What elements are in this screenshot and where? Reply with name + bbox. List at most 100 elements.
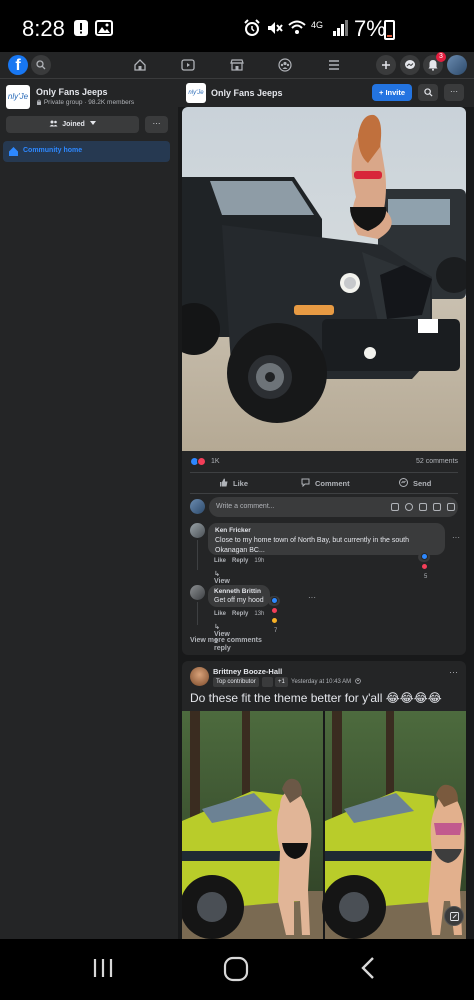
group-logo[interactable]: nly'Je bbox=[6, 85, 30, 109]
community-home-label: Community home bbox=[23, 147, 83, 154]
battery-icon bbox=[384, 20, 395, 40]
messenger-button[interactable] bbox=[400, 55, 420, 75]
comment-like-button[interactable]: Like bbox=[214, 558, 226, 564]
group-header-more-button[interactable]: ··· bbox=[444, 84, 464, 101]
author-avatar[interactable] bbox=[190, 667, 209, 686]
comment-placeholder: Write a comment... bbox=[216, 503, 275, 510]
thread-line bbox=[197, 540, 198, 570]
comment-like-button[interactable]: Like bbox=[214, 611, 226, 617]
recent-apps-button[interactable] bbox=[91, 956, 115, 980]
comment-meta: Like Reply 13h bbox=[214, 611, 270, 617]
like-button[interactable]: Like bbox=[219, 476, 248, 492]
reaction-count: 1K bbox=[210, 458, 220, 466]
post-card: 1K 52 comments Like Comment Send Write a… bbox=[182, 107, 466, 655]
love-reaction-icon bbox=[197, 457, 206, 466]
post-text: Do these fit the theme better for y'all … bbox=[190, 691, 442, 705]
group-header-title[interactable]: Only Fans Jeeps bbox=[211, 88, 283, 98]
badge-extra[interactable]: +1 bbox=[275, 677, 288, 687]
comment-text: Close to my home town of North Bay, but … bbox=[215, 536, 438, 556]
groups-icon[interactable] bbox=[278, 58, 292, 72]
send-icon bbox=[399, 478, 408, 487]
my-avatar bbox=[190, 499, 205, 514]
comment-reply-button[interactable]: Reply bbox=[232, 611, 248, 617]
comment-icon bbox=[301, 478, 310, 487]
group-meta: Private group · 98.2K members bbox=[36, 99, 134, 106]
image-icon bbox=[95, 20, 113, 36]
commenter-avatar[interactable] bbox=[190, 585, 205, 600]
invite-button[interactable]: + Invite bbox=[372, 84, 412, 101]
status-bar: 8:28 4G 7% bbox=[0, 0, 474, 52]
view-more-comments-link[interactable]: View more comments bbox=[190, 637, 262, 644]
gif-icon[interactable] bbox=[433, 503, 441, 511]
group-header: nly'Je Only Fans Jeeps + Invite ··· bbox=[178, 79, 474, 107]
home-icon bbox=[9, 147, 18, 156]
community-home-link[interactable]: Community home bbox=[3, 141, 170, 162]
people-icon bbox=[49, 120, 58, 127]
like-label: Like bbox=[233, 479, 249, 488]
menu-icon[interactable] bbox=[327, 58, 341, 72]
home-button[interactable] bbox=[223, 956, 249, 982]
group-name[interactable]: Only Fans Jeeps bbox=[36, 87, 108, 97]
invite-label: Invite bbox=[385, 88, 406, 97]
group-search-button[interactable] bbox=[418, 84, 438, 101]
comment-button[interactable]: Comment bbox=[301, 476, 350, 492]
commenter-name[interactable]: Kenneth Brittin bbox=[214, 588, 264, 595]
group-more-button[interactable]: ··· bbox=[145, 116, 168, 133]
joined-button[interactable]: Joined bbox=[6, 116, 139, 133]
badge-icon[interactable] bbox=[262, 677, 273, 687]
divider bbox=[190, 493, 458, 494]
post-timestamp[interactable]: Yesterday at 10:43 AM bbox=[291, 678, 361, 685]
profile-avatar[interactable] bbox=[447, 55, 467, 75]
comment-text-line: Okanagan BC... bbox=[215, 547, 265, 554]
comment-more-button[interactable]: ··· bbox=[452, 533, 460, 542]
messenger-icon bbox=[405, 60, 415, 69]
emoji-icon[interactable] bbox=[405, 503, 413, 511]
sticker-icon[interactable] bbox=[447, 503, 455, 511]
edit-icon bbox=[450, 912, 459, 921]
bell-icon bbox=[428, 60, 438, 71]
thumbs-up-icon bbox=[220, 478, 228, 487]
send-button[interactable]: Send bbox=[399, 476, 431, 492]
reply-arrow-icon: ↳ bbox=[214, 624, 220, 631]
search-button[interactable] bbox=[31, 55, 51, 75]
create-button[interactable] bbox=[376, 55, 396, 75]
marketplace-icon[interactable] bbox=[230, 58, 244, 72]
like-reaction-icon bbox=[271, 596, 278, 604]
network-type: 4G bbox=[311, 20, 324, 30]
comment-input[interactable]: Write a comment... bbox=[209, 497, 458, 517]
avatar-sticker-icon[interactable] bbox=[391, 503, 399, 511]
top-nav: f 3 bbox=[0, 52, 474, 79]
group-privacy: Private group bbox=[43, 99, 83, 106]
back-button[interactable] bbox=[358, 956, 378, 980]
commenter-avatar[interactable] bbox=[190, 523, 205, 538]
commenter-name[interactable]: Ken Fricker bbox=[215, 527, 438, 534]
post-more-button[interactable]: ··· bbox=[449, 667, 458, 677]
post-photo[interactable] bbox=[182, 107, 466, 451]
comment-reply-button[interactable]: Reply bbox=[232, 558, 248, 564]
video-icon[interactable] bbox=[181, 58, 195, 72]
comments-count[interactable]: 52 comments bbox=[416, 458, 458, 465]
reaction-summary[interactable]: 1K bbox=[190, 457, 220, 469]
comment-more-button[interactable]: ··· bbox=[308, 593, 316, 602]
author-name[interactable]: Brittney Booze-Hall bbox=[213, 667, 282, 676]
home-icon[interactable] bbox=[133, 58, 147, 72]
thread-line bbox=[197, 602, 198, 625]
comment-text: Get off my hood bbox=[214, 597, 264, 604]
group-members: 98.2K members bbox=[88, 99, 135, 106]
comment-reactions[interactable]: 5 bbox=[418, 552, 431, 580]
main-feed: nly'Je Only Fans Jeeps + Invite ··· 1K 5… bbox=[178, 79, 474, 939]
top-contributor-badge[interactable]: Top contributor bbox=[213, 677, 259, 687]
comment-reactions[interactable]: 7 bbox=[268, 596, 281, 634]
comment-timestamp: 13h bbox=[254, 611, 265, 617]
post-photo[interactable] bbox=[182, 711, 466, 939]
notification-badge: 3 bbox=[436, 52, 446, 62]
compose-button[interactable] bbox=[444, 906, 464, 926]
mute-icon bbox=[268, 22, 283, 34]
group-header-logo[interactable]: nly'Je bbox=[186, 83, 206, 103]
facebook-logo[interactable]: f bbox=[8, 55, 28, 75]
battery-percent: 7% bbox=[354, 16, 386, 41]
signal-icon bbox=[333, 20, 348, 36]
caret-down-icon bbox=[89, 121, 96, 125]
comment-bubble: Kenneth Brittin Get off my hood bbox=[208, 585, 270, 607]
camera-icon[interactable] bbox=[419, 503, 427, 511]
